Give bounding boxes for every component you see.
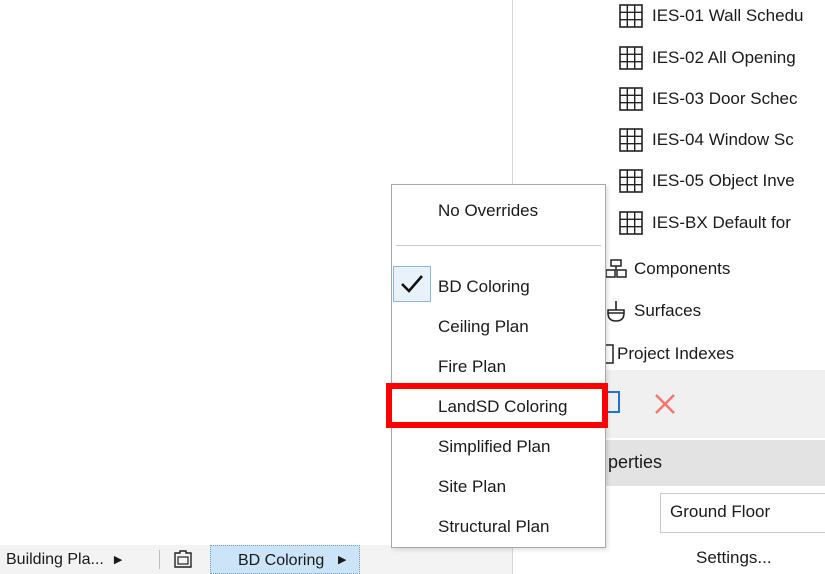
navigator-item-surfaces[interactable]: Surfaces <box>604 293 701 329</box>
surfaces-label: Surfaces <box>634 301 702 320</box>
menu-item-label: BD Coloring <box>438 277 530 296</box>
schedule-label: IES-05 Object Inve <box>652 171 795 190</box>
override-selector[interactable]: BD Coloring ▶ <box>210 545 360 574</box>
menu-item-ceiling-plan[interactable]: Ceiling Plan <box>392 309 605 345</box>
highlight-annotation <box>386 383 608 428</box>
checkmark-icon <box>401 275 423 293</box>
view-selector[interactable]: Building Pla... ▶ <box>6 545 122 574</box>
schedule-item-ies-05[interactable]: IES-05 Object Inve <box>618 163 825 199</box>
schedule-item-ies-04[interactable]: IES-04 Window Sc <box>618 122 825 158</box>
view-label: Building Pla... <box>6 550 104 568</box>
schedule-label: IES-03 Door Schec <box>652 89 798 108</box>
schedule-item-ies-02[interactable]: IES-02 All Opening <box>618 40 825 76</box>
navigator-item-components[interactable]: Components <box>604 251 730 287</box>
menu-item-label: Structural Plan <box>438 517 550 536</box>
menu-item-site-plan[interactable]: Site Plan <box>392 469 605 505</box>
menu-item-structural-plan[interactable]: Structural Plan <box>392 509 605 545</box>
properties-title: perties <box>608 452 663 472</box>
schedule-label: IES-04 Window Sc <box>652 130 794 149</box>
schedule-label: IES-02 All Opening <box>652 48 796 67</box>
schedule-table-icon <box>619 211 643 235</box>
components-label: Components <box>634 259 731 278</box>
menu-item-fire-plan[interactable]: Fire Plan <box>392 349 605 385</box>
schedule-table-icon <box>619 46 643 70</box>
story-dropdown[interactable]: Ground Floor <box>660 493 825 533</box>
schedule-label: IES-01 Wall Schedu <box>652 6 804 25</box>
menu-item-no-overrides[interactable]: No Overrides <box>392 193 605 229</box>
menu-item-label: Fire Plan <box>438 357 507 376</box>
settings-label: Settings... <box>696 548 772 567</box>
schedule-table-icon <box>619 128 643 152</box>
story-value: Ground Floor <box>670 502 771 521</box>
schedule-table-icon <box>619 4 643 28</box>
separator <box>159 550 160 569</box>
layer-transfer-icon[interactable] <box>172 548 194 570</box>
menu-item-label: No Overrides <box>438 201 539 220</box>
schedule-label: IES-BX Default for <box>652 213 791 232</box>
schedule-table-icon <box>619 169 643 193</box>
menu-item-label: Ceiling Plan <box>438 317 529 336</box>
delete-icon[interactable] <box>652 391 678 417</box>
components-icon <box>605 259 627 278</box>
status-bar: Building Pla... ▶ BD Coloring ▶ <box>0 545 512 574</box>
navigator-item-project-indexes[interactable]: Project Indexes <box>603 336 734 372</box>
menu-divider <box>396 245 601 246</box>
menu-item-simplified-plan[interactable]: Simplified Plan <box>392 429 605 465</box>
override-label: BD Coloring <box>238 552 325 569</box>
schedule-table-icon <box>619 87 643 111</box>
check-box <box>393 266 431 302</box>
graphic-override-menu: No Overrides BD Coloring Ceiling Plan Fi… <box>391 184 606 548</box>
settings-button[interactable]: Settings... <box>640 540 825 574</box>
schedule-item-ies-01[interactable]: IES-01 Wall Schedu <box>618 0 825 34</box>
menu-item-label: Site Plan <box>438 477 507 496</box>
surfaces-brush-icon <box>607 301 625 322</box>
menu-item-bd-coloring[interactable]: BD Coloring <box>392 266 605 305</box>
menu-item-label: Simplified Plan <box>438 437 551 456</box>
schedule-item-ies-bx[interactable]: IES-BX Default for <box>618 205 825 241</box>
triangle-right-icon: ▶ <box>338 554 347 566</box>
triangle-right-icon: ▶ <box>113 554 123 566</box>
project-indexes-label: Project Indexes <box>617 344 735 363</box>
schedule-item-ies-03[interactable]: IES-03 Door Schec <box>618 81 825 117</box>
